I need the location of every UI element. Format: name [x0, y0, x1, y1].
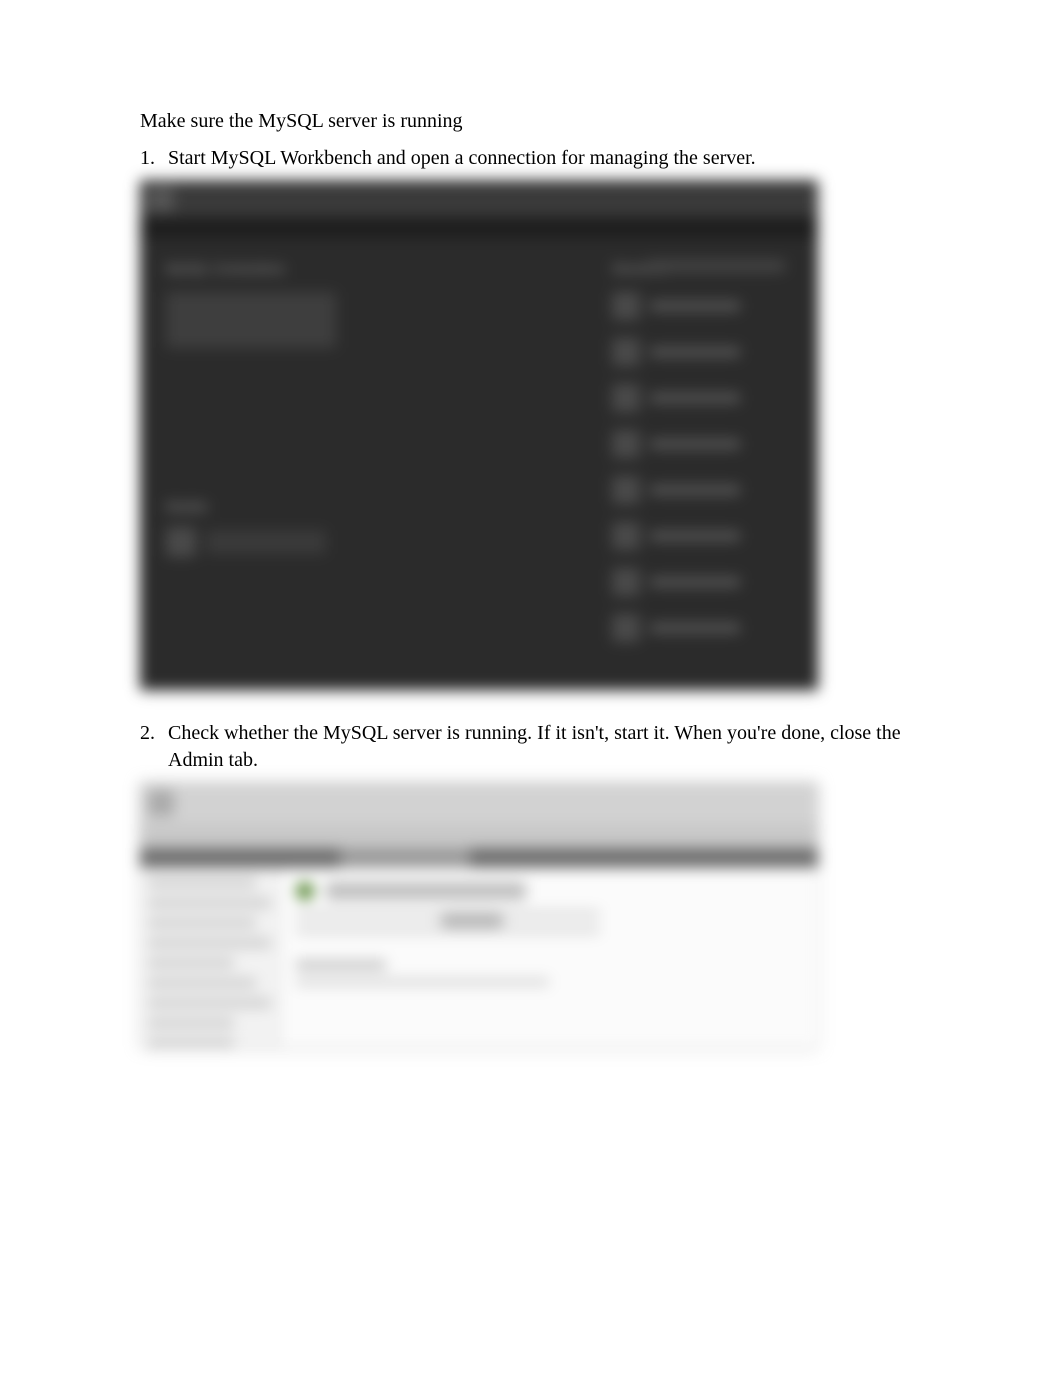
step-text: Check whether the MySQL server is runnin… — [168, 720, 922, 774]
active-tab[interactable] — [340, 848, 470, 868]
shortcut-item[interactable] — [612, 338, 792, 366]
window-titlebar — [140, 782, 818, 824]
step-2: 2. Check whether the MySQL server is run… — [140, 720, 922, 774]
connection-tile[interactable] — [166, 292, 336, 348]
step-number: 2. — [140, 720, 168, 774]
step-text: Start MySQL Workbench and open a connect… — [168, 145, 922, 172]
steps-list-cont: 2. Check whether the MySQL server is run… — [140, 720, 922, 774]
nav-item[interactable] — [148, 938, 271, 948]
shortcut-label — [650, 439, 740, 449]
nav-item[interactable] — [148, 1018, 234, 1028]
tab-bar — [140, 824, 818, 848]
models-heading: Models — [166, 498, 612, 516]
nav-item[interactable] — [148, 918, 256, 928]
shortcut-icon — [612, 476, 640, 504]
app-logo-icon — [148, 790, 174, 816]
step-number: 1. — [140, 145, 168, 172]
nav-item[interactable] — [148, 1038, 234, 1047]
shortcut-label — [650, 347, 740, 357]
nav-item[interactable] — [148, 958, 234, 968]
nav-item[interactable] — [148, 978, 256, 988]
shortcut-label — [650, 485, 740, 495]
shortcut-item[interactable] — [612, 292, 792, 320]
shortcut-icon — [612, 338, 640, 366]
screenshot-workbench-admin — [140, 782, 922, 1047]
app-logo-icon — [148, 186, 174, 212]
shortcut-item[interactable] — [612, 430, 792, 458]
nav-item[interactable] — [148, 998, 271, 1008]
shortcut-item[interactable] — [612, 384, 792, 412]
section-heading: Make sure the MySQL server is running — [140, 108, 922, 135]
shortcut-label — [650, 531, 740, 541]
model-thumb-icon — [166, 527, 196, 557]
shortcut-icon — [612, 430, 640, 458]
shortcut-icon — [612, 384, 640, 412]
shortcut-item[interactable] — [612, 476, 792, 504]
stop-server-button[interactable] — [440, 912, 504, 928]
status-text — [326, 882, 526, 900]
connections-heading: MySQL Connections — [166, 260, 612, 278]
menu-bar — [140, 218, 818, 238]
nav-item[interactable] — [148, 878, 256, 888]
window-titlebar — [140, 180, 818, 218]
navigator-panel — [140, 868, 280, 1047]
shortcut-label — [650, 623, 740, 633]
status-indicator-icon — [296, 882, 314, 900]
log-line — [296, 978, 549, 986]
shortcut-icon — [612, 522, 640, 550]
rescue-link[interactable] — [646, 260, 786, 272]
shortcut-icon — [612, 292, 640, 320]
model-item[interactable] — [166, 527, 612, 557]
toolbar — [140, 848, 818, 868]
shortcut-label — [650, 393, 740, 403]
startup-log-heading — [296, 960, 386, 970]
shortcut-icon — [612, 568, 640, 596]
nav-item[interactable] — [148, 898, 271, 908]
step-1: 1. Start MySQL Workbench and open a conn… — [140, 145, 922, 172]
server-status-row — [296, 882, 802, 900]
model-name-label — [206, 530, 326, 554]
shortcut-label — [650, 577, 740, 587]
shortcut-icon — [612, 614, 640, 642]
shortcut-label — [650, 301, 740, 311]
main-panel — [280, 868, 818, 1047]
steps-list: 1. Start MySQL Workbench and open a conn… — [140, 145, 922, 172]
screenshot-workbench-home: MySQL Connections Models Shortcuts — [140, 180, 922, 690]
shortcut-item[interactable] — [612, 614, 792, 642]
shortcut-item[interactable] — [612, 568, 792, 596]
shortcut-item[interactable] — [612, 522, 792, 550]
